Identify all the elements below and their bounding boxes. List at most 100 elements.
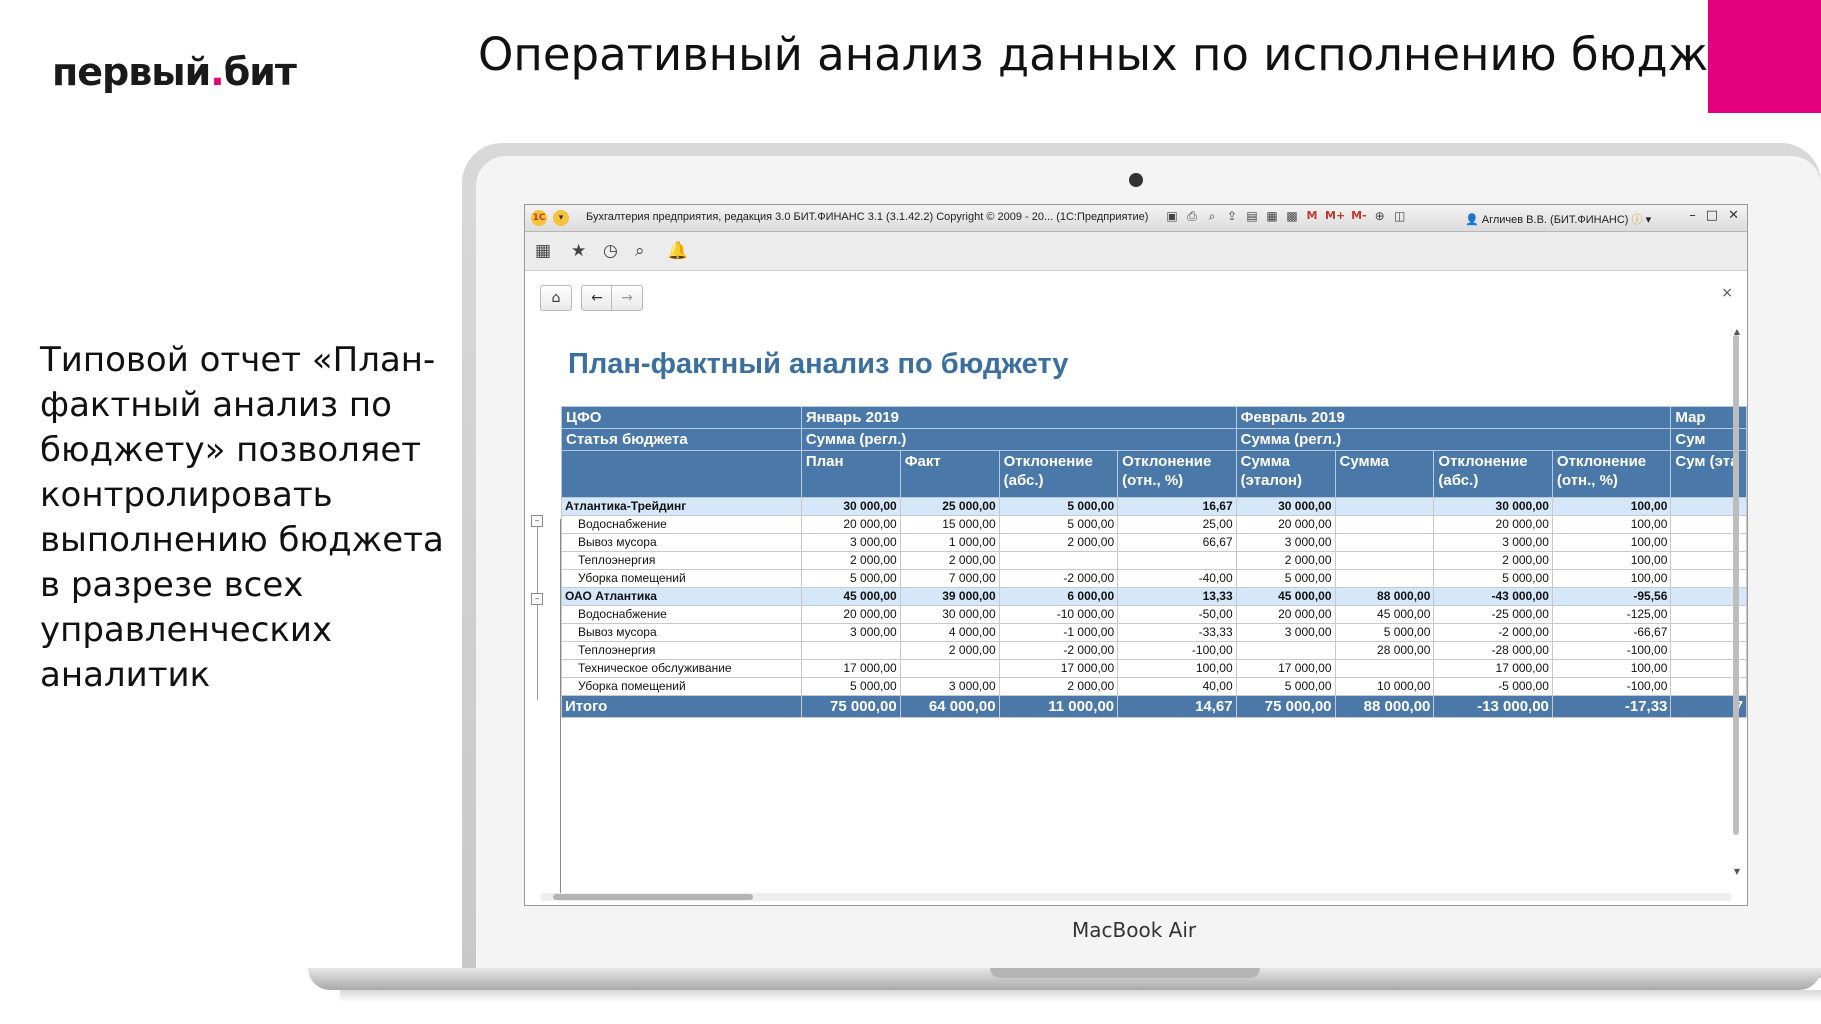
header-january[interactable]: Январь 2019 bbox=[800, 406, 1237, 429]
table-cell[interactable]: 1 000,00 bbox=[899, 533, 1000, 552]
table-cell[interactable]: 100,00 bbox=[1551, 497, 1672, 516]
memory-mplus-button[interactable]: M+ bbox=[1325, 209, 1345, 224]
table-row[interactable]: Вывоз мусора 3 000,00 4 000,00 -1 000,00 -33… bbox=[561, 623, 1747, 642]
table-cell[interactable]: 3 000,00 bbox=[899, 677, 1000, 696]
header-col-4[interactable]: Сумма (эталон) bbox=[1235, 450, 1336, 498]
table-cell[interactable] bbox=[1334, 515, 1435, 534]
row-label[interactable]: Водоснабжение bbox=[561, 515, 802, 534]
table-cell[interactable]: 3 000,00 bbox=[800, 533, 901, 552]
table-cell[interactable]: 10 000,00 bbox=[1334, 677, 1435, 696]
table-cell[interactable]: -1 000,00 bbox=[998, 623, 1119, 642]
table-cell[interactable]: 2 000,00 bbox=[1235, 551, 1336, 570]
row-label[interactable]: Техническое обслуживание bbox=[561, 659, 802, 678]
table-cell[interactable]: 20 000,00 bbox=[800, 605, 901, 624]
table-cell[interactable]: 100,00 bbox=[1551, 515, 1672, 534]
table-cell[interactable]: 5 000,00 bbox=[1433, 569, 1553, 588]
table-cell[interactable]: 14,67 bbox=[1117, 695, 1237, 718]
table-cell[interactable]: 45 000,00 bbox=[1334, 605, 1435, 624]
row-label[interactable]: Уборка помещений bbox=[561, 569, 802, 588]
table-cell[interactable]: 100,00 bbox=[1117, 659, 1237, 678]
table-cell[interactable]: 88 000,00 bbox=[1334, 695, 1435, 718]
table-cell[interactable]: 20 000,00 bbox=[1235, 515, 1336, 534]
table-cell[interactable]: 100,00 bbox=[1551, 569, 1672, 588]
table-cell[interactable]: 4 000,00 bbox=[899, 623, 1000, 642]
memory-mminus-button[interactable]: M- bbox=[1351, 209, 1367, 224]
table-cell[interactable]: 40,00 bbox=[1117, 677, 1237, 696]
table-cell[interactable]: 5 000,00 bbox=[800, 677, 901, 696]
table-cell[interactable]: 3 000,00 bbox=[1433, 533, 1553, 552]
row-label[interactable]: Теплоэнергия bbox=[561, 641, 802, 660]
print-icon[interactable]: ⎙ bbox=[1185, 209, 1199, 224]
maximize-icon[interactable]: □ bbox=[1706, 208, 1718, 223]
table-cell[interactable]: 2 000,00 bbox=[899, 551, 1000, 570]
table-icon[interactable]: ▦ bbox=[1265, 209, 1279, 224]
table-cell[interactable] bbox=[1334, 659, 1435, 678]
table-cell[interactable] bbox=[998, 551, 1119, 570]
row-label[interactable]: Уборка помещений bbox=[561, 677, 802, 696]
table-cell[interactable]: 3 000,00 bbox=[1235, 533, 1336, 552]
header-cfo[interactable]: ЦФО bbox=[561, 406, 802, 429]
zoom-icon[interactable]: ⊕ bbox=[1373, 209, 1387, 224]
table-cell[interactable]: 39 000,00 bbox=[899, 587, 1000, 606]
horizontal-scrollbar[interactable] bbox=[553, 894, 753, 900]
back-button[interactable]: ← bbox=[581, 285, 613, 311]
table-cell[interactable]: -66,67 bbox=[1551, 623, 1672, 642]
table-row[interactable]: Водоснабжение 20 000,00 30 000,00 -10 000,0… bbox=[561, 605, 1747, 624]
table-row[interactable]: Теплоэнергия 2 000,00 -2 000,00 -100,00 28 0… bbox=[561, 641, 1747, 660]
scroll-down-icon[interactable]: ▼ bbox=[1734, 867, 1740, 876]
table-row[interactable]: Водоснабжение 20 000,00 15 000,00 5 000,00 2… bbox=[561, 515, 1747, 534]
header-col-7[interactable]: Отклонение (отн., %) bbox=[1551, 450, 1672, 498]
table-cell[interactable]: 17 000,00 bbox=[998, 659, 1119, 678]
preview-icon[interactable]: ⌕ bbox=[1205, 209, 1219, 224]
table-cell[interactable]: 45 000,00 bbox=[800, 587, 901, 606]
apps-grid-icon[interactable]: ▦ bbox=[535, 241, 551, 261]
table-cell[interactable]: 3 000,00 bbox=[1235, 623, 1336, 642]
table-cell[interactable]: 16,67 bbox=[1117, 497, 1237, 516]
table-cell[interactable]: 2 000,00 bbox=[800, 551, 901, 570]
group-row[interactable]: ОАО Атлантика 45 000,00 39 000,00 6 000,00 1… bbox=[561, 587, 1747, 606]
table-cell[interactable]: 3 000,00 bbox=[800, 623, 901, 642]
upload-icon[interactable]: ⇪ bbox=[1225, 209, 1239, 224]
table-cell[interactable] bbox=[1235, 641, 1336, 660]
table-cell[interactable]: -50,00 bbox=[1117, 605, 1237, 624]
table-row[interactable]: Уборка помещений 5 000,00 3 000,00 2 000,00… bbox=[561, 677, 1747, 696]
table-cell[interactable]: -28 000,00 bbox=[1433, 641, 1553, 660]
table-cell[interactable]: 20 000,00 bbox=[1235, 605, 1336, 624]
close-icon[interactable]: ✕ bbox=[1728, 208, 1739, 223]
table-cell[interactable]: 5 000,00 bbox=[1334, 623, 1435, 642]
table-cell[interactable]: 5 000,00 bbox=[998, 515, 1119, 534]
header-february[interactable]: Февраль 2019 bbox=[1235, 406, 1672, 429]
table-cell[interactable]: 15 000,00 bbox=[899, 515, 1000, 534]
table-cell[interactable]: 6 000,00 bbox=[998, 587, 1119, 606]
table-cell[interactable]: 7 000,00 bbox=[899, 569, 1000, 588]
table-cell[interactable]: -100,00 bbox=[1551, 677, 1672, 696]
table-cell[interactable]: 5 000,00 bbox=[1235, 677, 1336, 696]
table-cell[interactable]: 5 000,00 bbox=[1235, 569, 1336, 588]
header-col-6[interactable]: Отклонение (абс.) bbox=[1433, 450, 1553, 498]
table-cell[interactable] bbox=[1334, 533, 1435, 552]
table-cell[interactable]: 20 000,00 bbox=[800, 515, 901, 534]
table-cell[interactable]: -17,33 bbox=[1551, 695, 1672, 718]
table-cell[interactable]: -100,00 bbox=[1117, 641, 1237, 660]
table-cell[interactable]: 20 000,00 bbox=[1433, 515, 1553, 534]
minimize-icon[interactable]: – bbox=[1689, 208, 1696, 223]
table-cell[interactable]: -10 000,00 bbox=[998, 605, 1119, 624]
panels-icon[interactable]: ◫ bbox=[1393, 209, 1407, 224]
table-cell[interactable]: 11 000,00 bbox=[998, 695, 1119, 718]
table-cell[interactable]: 100,00 bbox=[1551, 551, 1672, 570]
table-cell[interactable] bbox=[800, 641, 901, 660]
table-cell[interactable]: 30 000,00 bbox=[1433, 497, 1553, 516]
table-cell[interactable] bbox=[1334, 569, 1435, 588]
close-form-button[interactable]: × bbox=[1721, 285, 1733, 301]
table-cell[interactable]: 30 000,00 bbox=[899, 605, 1000, 624]
table-cell[interactable]: 2 000,00 bbox=[899, 641, 1000, 660]
table-cell[interactable]: -5 000,00 bbox=[1433, 677, 1553, 696]
row-label[interactable]: Вывоз мусора bbox=[561, 533, 802, 552]
table-cell[interactable]: 66,67 bbox=[1117, 533, 1237, 552]
table-cell[interactable]: -2 000,00 bbox=[1433, 623, 1553, 642]
table-cell[interactable]: 75 000,00 bbox=[800, 695, 901, 718]
table-cell[interactable]: 30 000,00 bbox=[800, 497, 901, 516]
info-icon[interactable]: ⓘ bbox=[1632, 214, 1643, 226]
table-cell[interactable]: -33,33 bbox=[1117, 623, 1237, 642]
table-cell[interactable]: 25 000,00 bbox=[899, 497, 1000, 516]
